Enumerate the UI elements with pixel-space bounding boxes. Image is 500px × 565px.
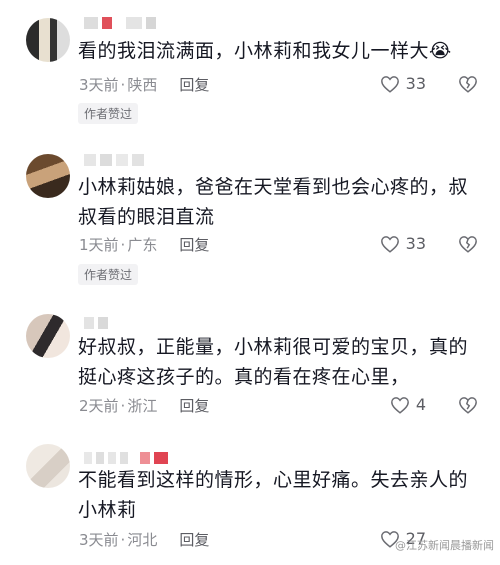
heart-outline-icon bbox=[380, 235, 399, 253]
comment-meta: 3天前 · 河北 回复 bbox=[79, 529, 209, 550]
broken-heart-outline-icon bbox=[459, 236, 477, 253]
heart-outline-icon bbox=[390, 396, 409, 414]
broken-heart-outline-icon bbox=[459, 76, 477, 93]
meta-separator: · bbox=[120, 235, 126, 254]
avatar[interactable] bbox=[26, 18, 70, 62]
comment-text: 看的我泪流满面，小林莉和我女儿一样大😭 bbox=[78, 40, 452, 62]
like-count: 4 bbox=[415, 395, 426, 414]
comment-text: 好叔叔，正能量，小林莉很可爱的宝贝，真的挺心疼这孩子的。真的看在疼在心里， bbox=[78, 336, 469, 388]
avatar[interactable] bbox=[26, 154, 70, 198]
comment-time: 3天前 bbox=[79, 76, 119, 94]
author-liked-badge: 作者赞过 bbox=[78, 103, 139, 124]
heart-outline-icon bbox=[380, 75, 399, 93]
comment-location: 广东 bbox=[127, 236, 158, 254]
comment-meta: 2天前 · 浙江 回复 bbox=[79, 395, 209, 416]
meta-separator: · bbox=[120, 75, 126, 94]
dislike-button[interactable] bbox=[458, 396, 478, 418]
like-button[interactable]: 33 bbox=[380, 74, 426, 93]
watermark-text: @江苏新闻晨播新闻 bbox=[395, 539, 494, 552]
username-blurred[interactable] bbox=[84, 451, 168, 465]
comment-meta: 3天前 · 陕西 回复 bbox=[79, 74, 209, 95]
username-blurred[interactable] bbox=[84, 316, 108, 330]
reply-button[interactable]: 回复 bbox=[179, 74, 209, 95]
comment-location: 浙江 bbox=[127, 397, 158, 415]
avatar[interactable] bbox=[26, 444, 70, 488]
reply-button[interactable]: 回复 bbox=[179, 529, 209, 550]
like-button[interactable]: 33 bbox=[380, 234, 426, 253]
like-count: 33 bbox=[405, 74, 426, 93]
comment-location: 陕西 bbox=[127, 76, 158, 94]
comment-text: 不能看到这样的情形，心里好痛。失去亲人的小林莉 bbox=[78, 469, 469, 521]
like-count: 33 bbox=[405, 234, 426, 253]
comment-meta: 1天前 · 广东 回复 bbox=[79, 234, 209, 255]
dislike-button[interactable] bbox=[458, 75, 478, 97]
comment-time: 1天前 bbox=[79, 236, 119, 254]
broken-heart-outline-icon bbox=[459, 397, 477, 414]
meta-separator: · bbox=[120, 396, 126, 415]
comment-time: 2天前 bbox=[79, 397, 119, 415]
author-liked-badge: 作者赞过 bbox=[78, 264, 139, 285]
comment-time: 3天前 bbox=[79, 531, 119, 549]
reply-button[interactable]: 回复 bbox=[179, 234, 209, 255]
avatar[interactable] bbox=[26, 314, 70, 358]
username-blurred[interactable] bbox=[84, 16, 156, 30]
comment-location: 河北 bbox=[127, 531, 158, 549]
watermark: @江苏新闻晨播新闻 bbox=[395, 537, 494, 553]
comment-text: 小林莉姑娘，爸爸在天堂看到也会心疼的，叔叔看的眼泪直流 bbox=[78, 176, 469, 228]
like-button[interactable]: 4 bbox=[390, 395, 426, 414]
reply-button[interactable]: 回复 bbox=[179, 395, 209, 416]
dislike-button[interactable] bbox=[458, 235, 478, 257]
meta-separator: · bbox=[120, 530, 126, 549]
username-blurred[interactable] bbox=[84, 153, 144, 167]
